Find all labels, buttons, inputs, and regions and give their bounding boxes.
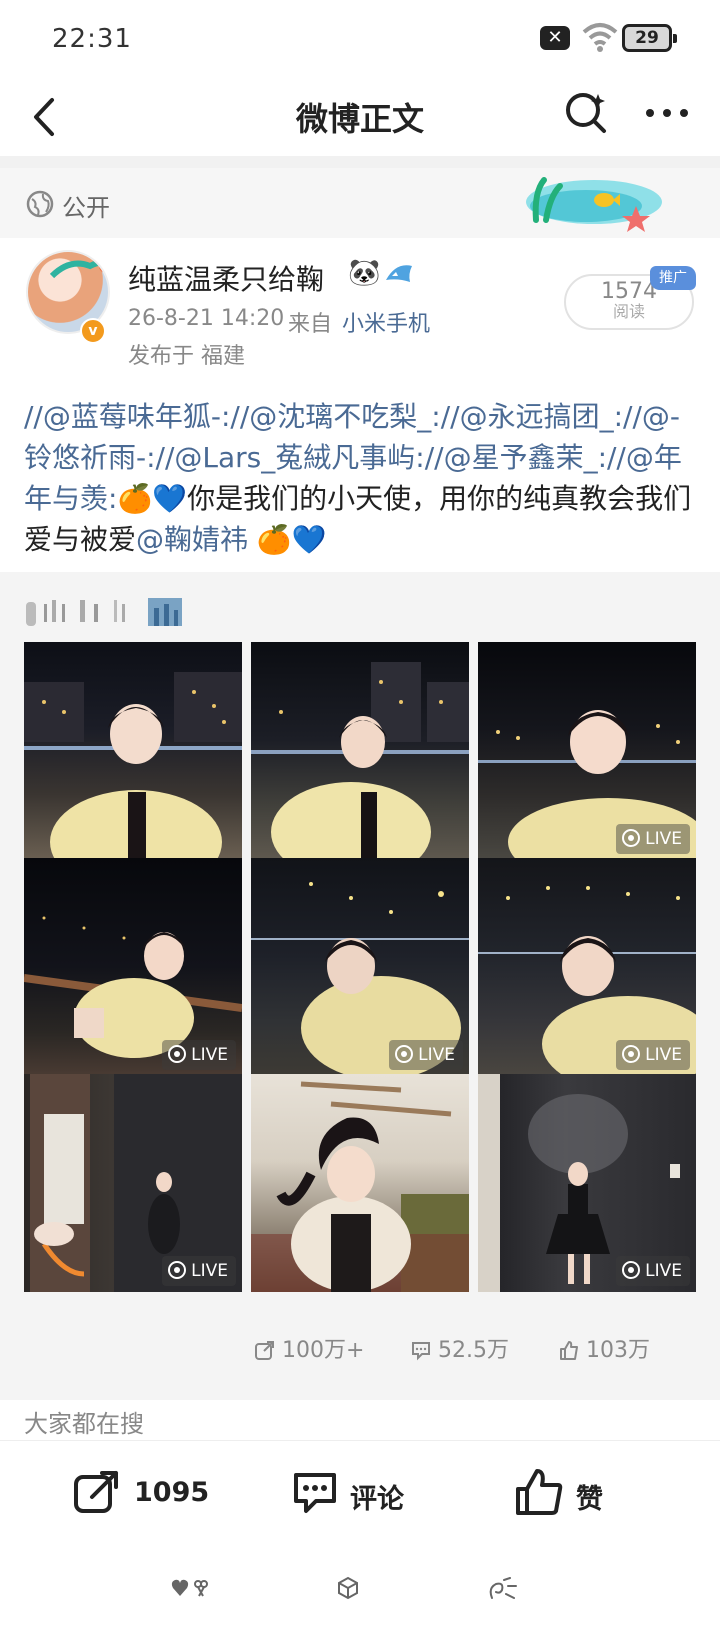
status-bar: 22:31 ✕ 29	[0, 0, 720, 80]
comment-label: 评论	[350, 1484, 404, 1515]
repost-count[interactable]: 100万+	[254, 1332, 364, 1364]
live-badge: LIVE	[616, 1040, 690, 1070]
live-icon	[622, 1045, 641, 1063]
page-title: 微博正文	[295, 100, 424, 138]
blurred-original-author	[26, 598, 182, 626]
thumbs-up-icon	[516, 1469, 563, 1515]
grid-image[interactable]: LIVE	[24, 858, 242, 1076]
grid-image[interactable]: LIVE	[478, 642, 696, 860]
live-badge: LIVE	[616, 824, 690, 854]
search-icon[interactable]	[562, 88, 612, 138]
photo-night-city	[24, 672, 242, 860]
share-icon	[74, 1471, 118, 1513]
shark-emoji-icon	[386, 265, 412, 282]
image-grid: LIVE LIVE LIVE LIVE LIVE LIVE	[24, 642, 696, 1302]
visibility-row: 公开	[0, 168, 720, 238]
grid-image[interactable]: LIVE	[251, 858, 469, 1076]
section-divider	[0, 156, 720, 168]
cube-icon[interactable]	[336, 1576, 360, 1600]
comment-bubble-icon	[294, 1473, 336, 1513]
live-badge: LIVE	[162, 1040, 236, 1070]
like-button[interactable]: 赞	[514, 1467, 624, 1523]
panda-emoji-icon: 🐼	[348, 258, 381, 288]
share-count: 1095	[134, 1477, 210, 1508]
grid-image[interactable]: LIVE	[478, 1074, 696, 1292]
visibility-label: 公开	[62, 194, 110, 222]
notification-icon: ✕	[540, 26, 570, 50]
swirl-icon[interactable]	[486, 1576, 522, 1604]
heart-scissors-icon[interactable]	[170, 1576, 210, 1600]
post-device-link[interactable]: 小米手机	[342, 306, 430, 338]
grid-image[interactable]	[251, 1074, 469, 1292]
hot-search-section: 大家都在搜	[0, 1400, 720, 1440]
author-header: v 纯蓝温柔只给鞠 🐼 26-8-21 14:20 来自 小米手机 发布于 福建…	[0, 238, 720, 388]
photo-night-city	[251, 662, 469, 860]
like-count[interactable]: 103万	[558, 1332, 650, 1364]
like-label: 赞	[576, 1484, 603, 1515]
like-icon	[560, 1341, 578, 1360]
post-source-label: 来自	[288, 312, 333, 337]
emoji-orange-heart-2: 🍊💙	[248, 523, 327, 556]
comment-icon	[412, 1342, 430, 1361]
more-icon[interactable]	[642, 88, 692, 138]
author-name[interactable]: 纯蓝温柔只给鞠	[128, 258, 324, 298]
avatar-frame-icon	[50, 259, 108, 279]
share-button[interactable]: 1095	[72, 1467, 212, 1523]
repost-card[interactable]: LIVE LIVE LIVE LIVE LIVE LIVE 100万+ 52.5…	[0, 572, 720, 1400]
grid-image[interactable]: LIVE	[24, 1074, 242, 1292]
promote-tag[interactable]: 推广	[650, 266, 696, 290]
battery-icon: 29	[622, 24, 677, 52]
repost-icon	[255, 1341, 274, 1360]
live-badge: LIVE	[162, 1256, 236, 1286]
emoji-orange-heart: 🍊💙	[117, 482, 188, 515]
post-content: //@蓝莓味年狐-://@沈璃不吃梨_://@永远搞团_://@-铃悠祈雨-:/…	[24, 396, 696, 560]
globe-icon	[26, 190, 54, 218]
hot-search-label: 大家都在搜	[24, 1410, 144, 1438]
live-badge: LIVE	[389, 1040, 463, 1070]
live-icon	[168, 1045, 187, 1063]
photo-restaurant	[251, 1081, 469, 1292]
post-time: 26-8-21 14:20	[128, 306, 285, 331]
live-icon	[622, 829, 641, 847]
repost-stats: 100万+ 52.5万 103万	[0, 1332, 720, 1368]
live-badge: LIVE	[616, 1256, 690, 1286]
read-count-label: 阅读	[612, 302, 645, 321]
grid-image[interactable]	[251, 642, 469, 860]
ocean-decoration-icon	[526, 177, 662, 232]
top-nav: 微博正文	[0, 80, 720, 156]
live-icon	[168, 1261, 187, 1279]
live-icon	[395, 1045, 414, 1063]
live-icon	[622, 1261, 641, 1279]
status-time: 22:31	[52, 24, 132, 54]
comment-count[interactable]: 52.5万	[410, 1332, 509, 1364]
system-bottom-bar	[0, 1550, 720, 1640]
wifi-icon	[582, 23, 618, 52]
grid-image[interactable]	[24, 642, 242, 860]
mention-link[interactable]: @鞠婧祎	[136, 523, 248, 556]
verified-badge-icon: v	[80, 318, 106, 344]
comment-button[interactable]: 评论	[290, 1467, 420, 1523]
bottom-action-bar: 1095 评论 赞	[0, 1440, 720, 1550]
grid-image[interactable]: LIVE	[478, 858, 696, 1076]
post-location: 发布于 福建	[128, 344, 245, 369]
